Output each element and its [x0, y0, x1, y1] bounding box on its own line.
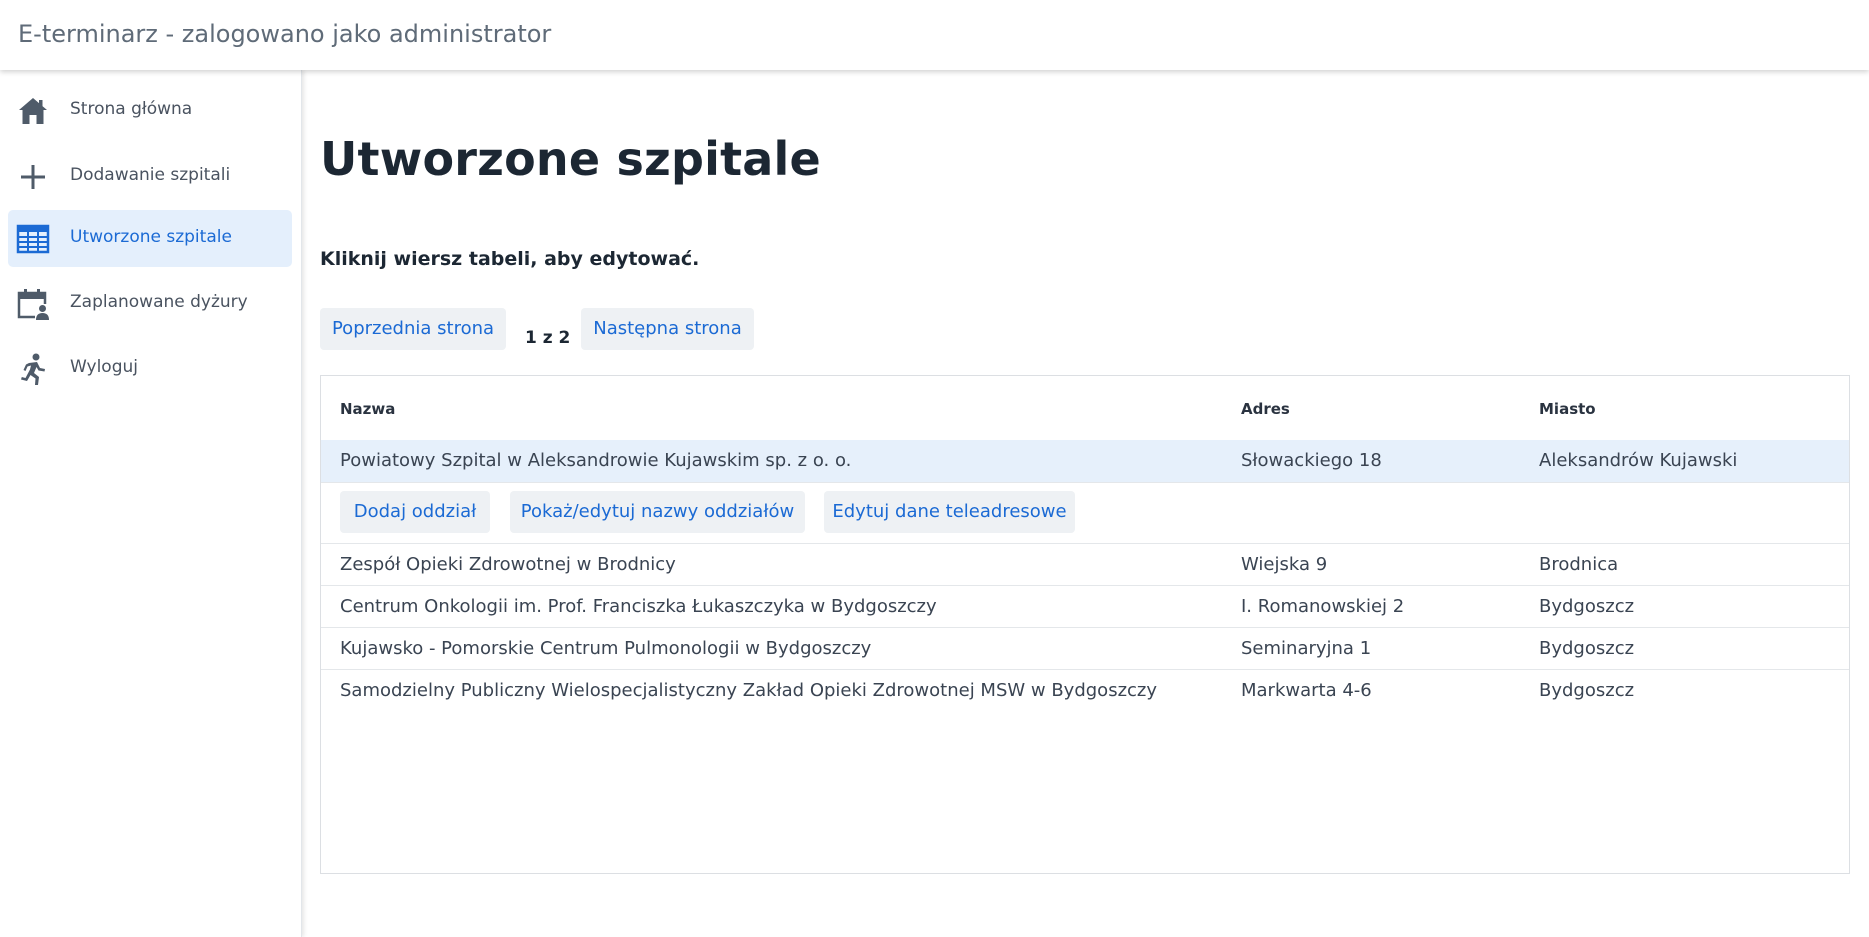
cell-address: I. Romanowskiej 2 — [1241, 596, 1405, 617]
row-actions: Dodaj oddział Pokaż/edytuj nazwy oddział… — [321, 482, 1849, 543]
hospitals-table: Nazwa Adres Miasto Powiatowy Szpital w A… — [320, 375, 1850, 874]
sidebar-item-label: Strona główna — [70, 99, 193, 119]
cell-name: Samodzielny Publiczny Wielospecjalistycz… — [340, 680, 1158, 701]
table-header: Nazwa Adres Miasto — [321, 376, 1849, 440]
edit-contact-data-button[interactable]: Edytuj dane teleadresowe — [824, 491, 1075, 533]
table-row[interactable]: Powiatowy Szpital w Aleksandrowie Kujaws… — [321, 440, 1849, 482]
sidebar: Strona główna Dodawanie szpitali Utworzo… — [0, 70, 302, 937]
sidebar-item-created-hospitals[interactable]: Utworzone szpitale — [8, 210, 292, 267]
table-row[interactable]: Zespół Opieki Zdrowotnej w Brodnicy Wiej… — [321, 543, 1849, 585]
column-header-address: Adres — [1241, 400, 1290, 418]
sidebar-item-label: Dodawanie szpitali — [70, 165, 231, 185]
column-header-name: Nazwa — [340, 400, 396, 418]
running-person-icon — [16, 352, 50, 386]
cell-address: Markwarta 4-6 — [1241, 680, 1372, 701]
sidebar-item-logout[interactable]: Wyloguj — [8, 340, 292, 397]
cell-name: Zespół Opieki Zdrowotnej w Brodnicy — [340, 554, 676, 575]
top-bar: E-terminarz - zalogowano jako administra… — [0, 0, 1869, 70]
sidebar-item-label: Utworzone szpitale — [70, 227, 232, 247]
table-row[interactable]: Kujawsko - Pomorskie Centrum Pulmonologi… — [321, 627, 1849, 669]
cell-city: Brodnica — [1539, 554, 1619, 575]
add-department-button[interactable]: Dodaj oddział — [340, 491, 490, 533]
table-row[interactable]: Samodzielny Publiczny Wielospecjalistycz… — [321, 669, 1849, 711]
cell-city: Bydgoszcz — [1539, 596, 1635, 617]
cell-city: Aleksandrów Kujawski — [1539, 450, 1738, 471]
plus-icon — [16, 160, 50, 194]
sidebar-item-scheduled-duties[interactable]: Zaplanowane dyżury — [8, 275, 292, 332]
column-header-city: Miasto — [1539, 400, 1596, 418]
sidebar-item-label: Zaplanowane dyżury — [70, 292, 248, 312]
previous-page-button[interactable]: Poprzednia strona — [320, 308, 506, 350]
cell-address: Seminaryjna 1 — [1241, 638, 1372, 659]
table-row[interactable]: Centrum Onkologii im. Prof. Franciszka Ł… — [321, 585, 1849, 627]
cell-name: Kujawsko - Pomorskie Centrum Pulmonologi… — [340, 638, 872, 659]
calendar-user-icon — [16, 287, 50, 321]
cell-address: Wiejska 9 — [1241, 554, 1328, 575]
cell-name: Powiatowy Szpital w Aleksandrowie Kujaws… — [340, 450, 852, 471]
show-edit-departments-button[interactable]: Pokaż/edytuj nazwy oddziałów — [510, 491, 805, 533]
cell-city: Bydgoszcz — [1539, 680, 1635, 701]
sidebar-item-label: Wyloguj — [70, 357, 138, 377]
sidebar-item-home[interactable]: Strona główna — [8, 82, 292, 139]
next-page-button[interactable]: Następna strona — [581, 308, 754, 350]
cell-name: Centrum Onkologii im. Prof. Franciszka Ł… — [340, 596, 937, 617]
sidebar-item-add-hospital[interactable]: Dodawanie szpitali — [8, 148, 292, 205]
main-content: Utworzone szpitale Kliknij wiersz tabeli… — [320, 70, 1850, 937]
table-icon — [16, 222, 50, 256]
app-title: E-terminarz - zalogowano jako administra… — [18, 20, 552, 48]
instruction-text: Kliknij wiersz tabeli, aby edytować. — [320, 248, 700, 270]
cell-city: Bydgoszcz — [1539, 638, 1635, 659]
page-indicator: 1 z 2 — [525, 328, 571, 348]
home-icon — [16, 94, 50, 128]
page-title: Utworzone szpitale — [320, 132, 821, 186]
cell-address: Słowackiego 18 — [1241, 450, 1382, 471]
